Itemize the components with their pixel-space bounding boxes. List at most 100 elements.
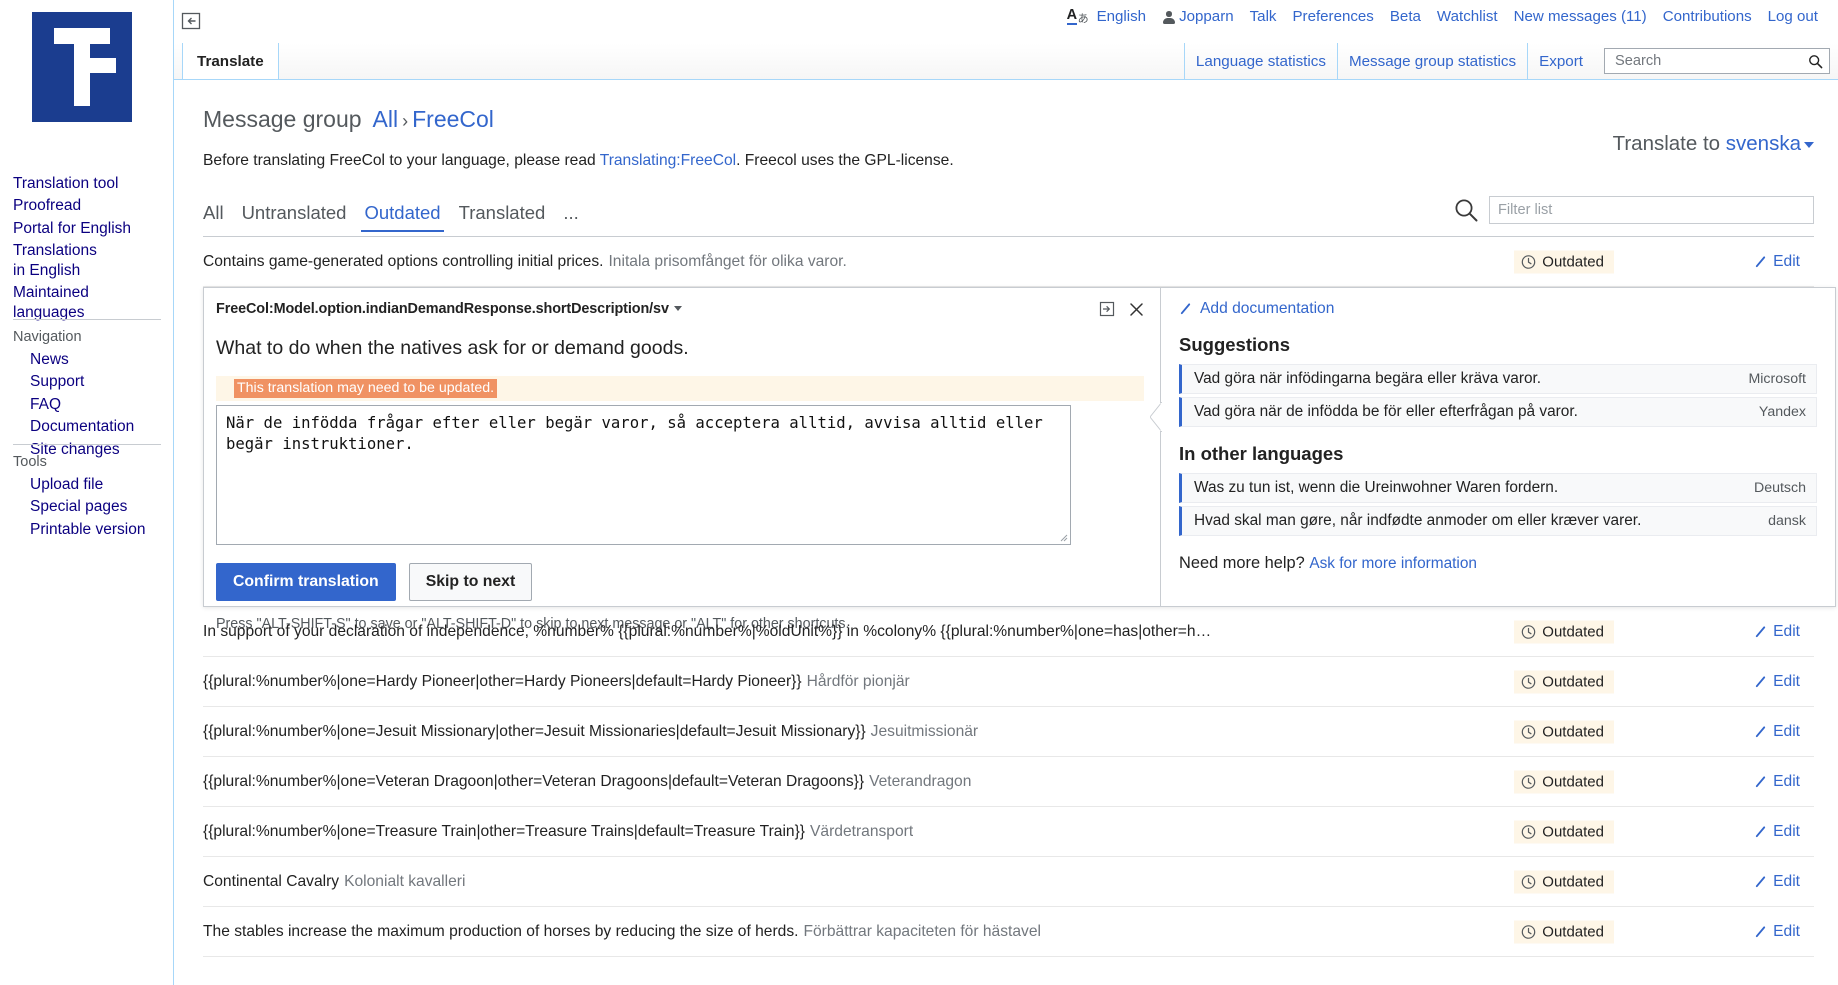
- edit-message-button[interactable]: Edit: [1754, 623, 1800, 641]
- description-before: Before translating FreeCol to your langu…: [203, 152, 600, 169]
- tab-translate[interactable]: Translate: [182, 43, 279, 79]
- message-translation: Kolonialt kavalleri: [344, 872, 466, 890]
- pencil-icon[interactable]: [1754, 875, 1767, 889]
- status-badge: Outdated: [1514, 620, 1614, 643]
- edit-message-button[interactable]: Edit: [1754, 253, 1800, 271]
- tab-export[interactable]: Export: [1527, 43, 1594, 79]
- edit-message-button[interactable]: Edit: [1754, 673, 1800, 691]
- status-badge: Outdated: [1514, 670, 1614, 693]
- add-documentation-button[interactable]: Add documentation: [1179, 300, 1817, 318]
- chevron-down-icon[interactable]: [673, 306, 682, 311]
- message-text: {{plural:%number%|one=Treasure Train|oth…: [203, 823, 913, 841]
- pencil-icon[interactable]: [1754, 625, 1767, 639]
- list-item[interactable]: Vad göra när infödingarna begära eller k…: [1179, 364, 1817, 394]
- filter-tab-more[interactable]: ...: [554, 202, 587, 232]
- filter-tab-all[interactable]: All: [203, 202, 233, 232]
- sidebar-item-translations-in-english[interactable]: Translations in English: [0, 240, 110, 282]
- filter-search-icon[interactable]: [1453, 197, 1479, 223]
- message-group-label: Message group: [203, 106, 362, 132]
- sidebar-item-documentation[interactable]: Documentation: [0, 416, 174, 439]
- skip-to-next-button[interactable]: Skip to next: [408, 563, 533, 601]
- breadcrumb-freecol[interactable]: FreeCol: [412, 106, 494, 132]
- other-language-source: Deutsch: [1753, 480, 1806, 496]
- sidebar-item-upload-file[interactable]: Upload file: [0, 473, 174, 496]
- translation-textarea[interactable]: När de infödda frågar efter eller begär …: [216, 405, 1071, 545]
- ask-for-more-information-link[interactable]: Ask for more information: [1309, 555, 1477, 572]
- uls-language-icon[interactable]: A あ: [1066, 8, 1089, 25]
- search-box[interactable]: [1604, 48, 1830, 74]
- wikimedia-logo[interactable]: [32, 12, 132, 122]
- english-language-link[interactable]: English: [1089, 8, 1155, 26]
- preferences-link[interactable]: Preferences: [1284, 8, 1381, 26]
- contributions-link[interactable]: Contributions: [1655, 8, 1760, 26]
- username-link[interactable]: Jopparn: [1154, 8, 1242, 26]
- translate-to-selector[interactable]: Translate to svenska: [1613, 132, 1814, 156]
- talk-link[interactable]: Talk: [1242, 8, 1285, 26]
- resize-handle-icon[interactable]: [1058, 532, 1068, 542]
- edit-message-button[interactable]: Edit: [1754, 873, 1800, 891]
- pencil-icon[interactable]: [1754, 675, 1767, 689]
- pencil-icon[interactable]: [1754, 925, 1767, 939]
- pencil-icon[interactable]: [1754, 775, 1767, 789]
- clock-icon: [1521, 824, 1536, 839]
- pencil-icon[interactable]: [1754, 725, 1767, 739]
- table-row[interactable]: {{plural:%number%|one=Jesuit Missionary|…: [203, 707, 1814, 757]
- filter-tab-translated[interactable]: Translated: [450, 202, 555, 232]
- edit-message-button[interactable]: Edit: [1754, 823, 1800, 841]
- table-row[interactable]: {{plural:%number%|one=Veteran Dragoon|ot…: [203, 757, 1814, 807]
- close-icon[interactable]: [1129, 302, 1144, 317]
- pencil-icon[interactable]: [1179, 302, 1192, 316]
- edit-message-button[interactable]: Edit: [1754, 773, 1800, 791]
- edit-message-button[interactable]: Edit: [1754, 923, 1800, 941]
- edit-message-button[interactable]: Edit: [1754, 723, 1800, 741]
- expand-icon[interactable]: [1099, 301, 1115, 317]
- breadcrumb-all[interactable]: All: [373, 106, 399, 132]
- collapse-sidebar-button[interactable]: [180, 10, 202, 32]
- message-text: {{plural:%number%|one=Hardy Pioneer|othe…: [203, 673, 910, 691]
- search-input[interactable]: [1613, 52, 1808, 70]
- edit-label: Edit: [1773, 622, 1800, 640]
- pencil-icon[interactable]: [1754, 255, 1767, 269]
- table-row[interactable]: The stables increase the maximum product…: [203, 907, 1814, 957]
- filter-list-input[interactable]: [1489, 196, 1814, 224]
- filter-tab-untranslated[interactable]: Untranslated: [233, 202, 356, 232]
- main-content: Message group All › FreeCol Translate to s…: [174, 80, 1838, 985]
- list-item[interactable]: Hvad skal man gøre, når indfødte anmoder…: [1179, 506, 1817, 536]
- sidebar-item-support[interactable]: Support: [0, 371, 174, 394]
- list-item[interactable]: Vad göra när de infödda be för eller eft…: [1179, 397, 1817, 427]
- sidebar-primary-links: Translation tool Proofread Portal for En…: [0, 172, 174, 324]
- translate-to-prefix: Translate to: [1612, 132, 1721, 155]
- list-item[interactable]: Was zu tun ist, wenn die Ureinwohner War…: [1179, 473, 1817, 503]
- table-row[interactable]: Continental Cavalry Kolonialt kavalleri Ou…: [203, 857, 1814, 907]
- status-label: Outdated: [1542, 823, 1604, 840]
- table-row[interactable]: {{plural:%number%|one=Treasure Train|oth…: [203, 807, 1814, 857]
- editor-message-key[interactable]: FreeCol:Model.option.indianDemandRespons…: [216, 301, 682, 317]
- chevron-down-icon[interactable]: [1804, 142, 1814, 148]
- confirm-translation-button[interactable]: Confirm translation: [216, 563, 396, 601]
- filter-tab-outdated[interactable]: Outdated: [355, 202, 449, 232]
- beta-link[interactable]: Beta: [1382, 8, 1429, 26]
- search-icon[interactable]: [1808, 54, 1823, 69]
- sidebar-item-printable-version[interactable]: Printable version: [0, 518, 174, 541]
- sidebar-item-portal-for-english[interactable]: Portal for English: [0, 217, 174, 240]
- watchlist-link[interactable]: Watchlist: [1429, 8, 1506, 26]
- add-documentation-label: Add documentation: [1200, 300, 1335, 317]
- breadcrumb-separator: ›: [402, 111, 409, 131]
- sidebar-item-translation-tool[interactable]: Translation tool: [0, 172, 174, 195]
- sidebar-item-proofread[interactable]: Proofread: [0, 195, 174, 218]
- sidebar-item-special-pages[interactable]: Special pages: [0, 496, 174, 519]
- table-row[interactable]: In support of your declaration of indepe…: [203, 607, 1814, 657]
- sidebar-item-faq[interactable]: FAQ: [0, 393, 174, 416]
- suggestions-heading: Suggestions: [1179, 334, 1291, 355]
- edit-label: Edit: [1773, 872, 1800, 890]
- tab-language-statistics[interactable]: Language statistics: [1183, 43, 1337, 79]
- table-row[interactable]: Contains game-generated options controll…: [203, 237, 1814, 287]
- pencil-icon[interactable]: [1754, 825, 1767, 839]
- table-row[interactable]: {{plural:%number%|one=Hardy Pioneer|othe…: [203, 657, 1814, 707]
- sidebar-item-news[interactable]: News: [0, 348, 174, 371]
- new-messages-link[interactable]: New messages (11): [1506, 8, 1655, 26]
- logout-link[interactable]: Log out: [1760, 8, 1826, 26]
- translating-freecol-link[interactable]: Translating:FreeCol: [600, 152, 736, 169]
- target-language-label[interactable]: svenska: [1726, 132, 1801, 155]
- tab-message-group-statistics[interactable]: Message group statistics: [1336, 43, 1527, 79]
